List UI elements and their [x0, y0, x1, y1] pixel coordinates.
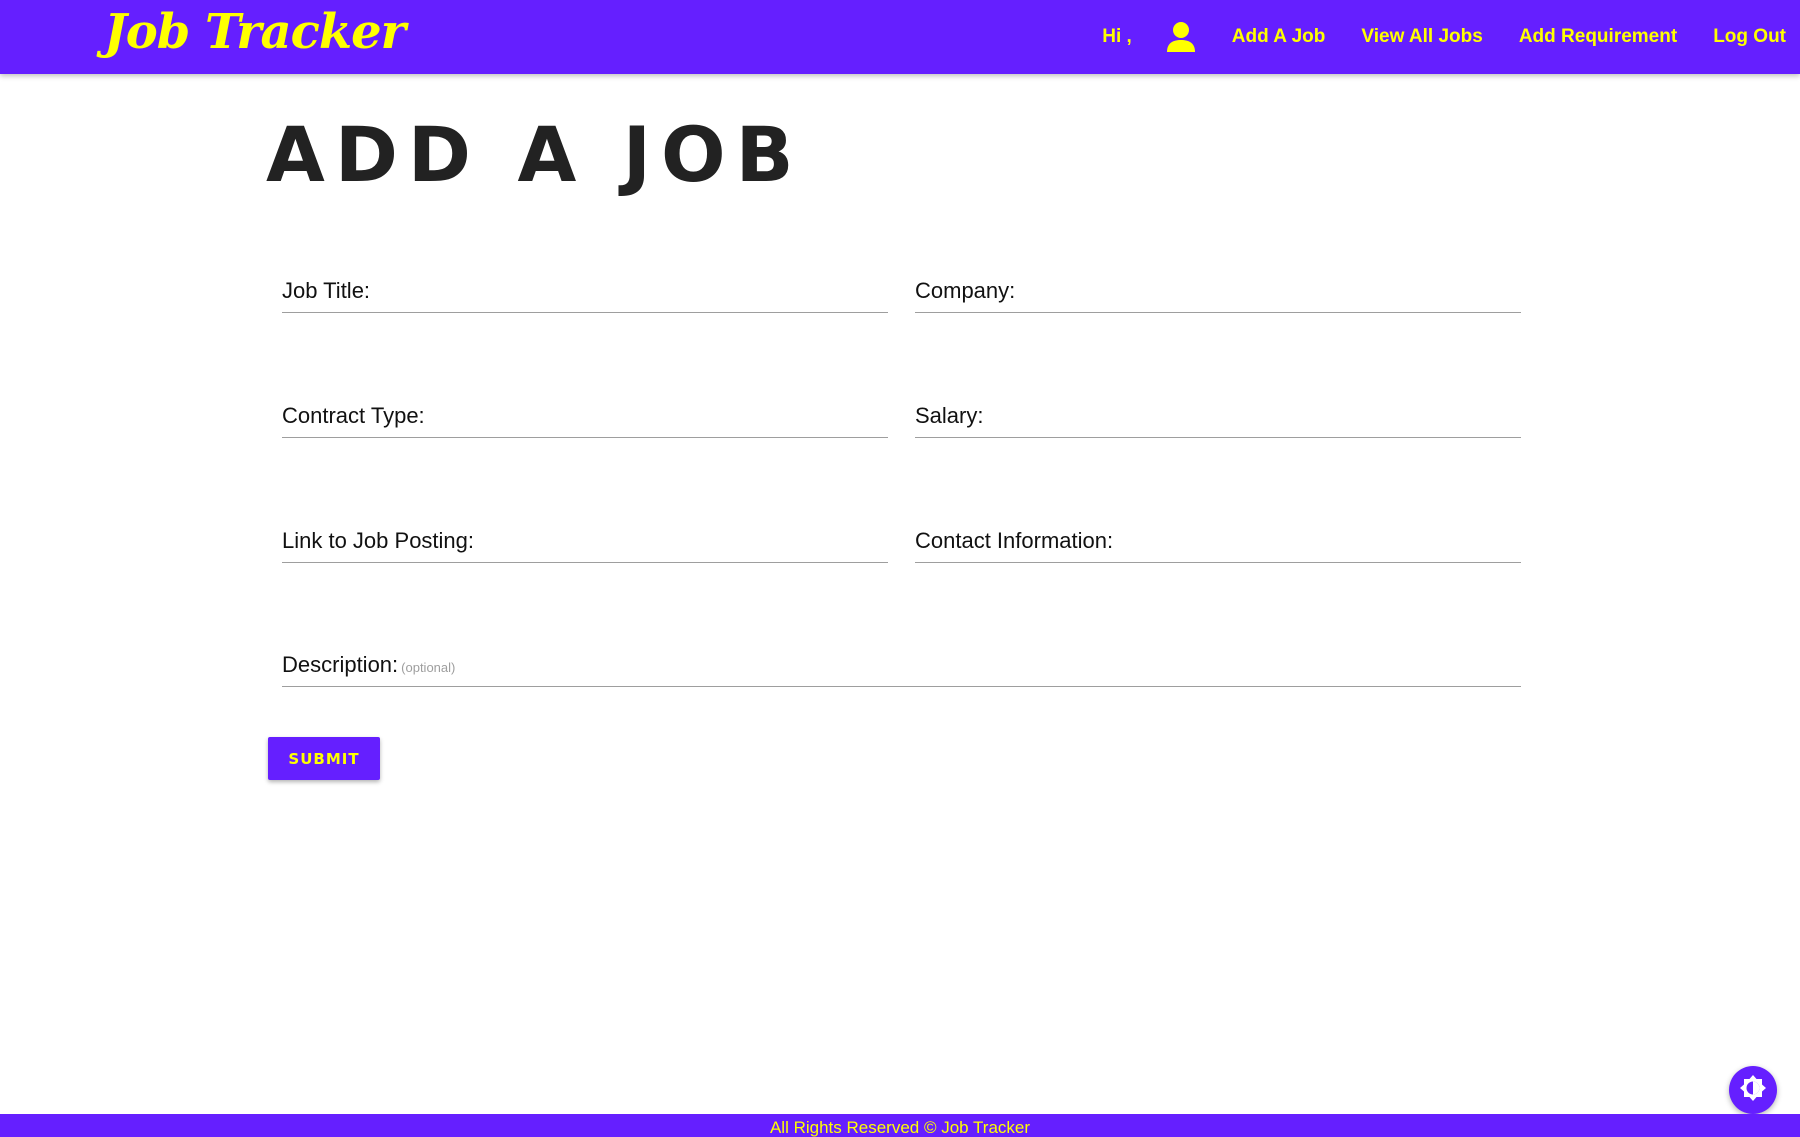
nav-add-job-link[interactable]: Add A Job	[1232, 26, 1326, 48]
footer: All Rights Reserved © Job Tracker	[0, 1114, 1800, 1137]
contract-type-field[interactable]: Contract Type:	[282, 395, 888, 438]
page-title: Add a job	[266, 110, 804, 199]
description-field[interactable]: Description: (optional)	[282, 644, 1521, 687]
contact-information-field[interactable]: Contact Information:	[915, 520, 1521, 563]
salary-field[interactable]: Salary:	[915, 395, 1521, 438]
brightness-icon	[1739, 1074, 1767, 1107]
job-posting-link-input[interactable]	[282, 520, 888, 562]
footer-copyright: All Rights Reserved © Job Tracker	[769, 1118, 1031, 1137]
job-posting-link-field[interactable]: Link to Job Posting:	[282, 520, 888, 563]
nav-add-requirement-link[interactable]: Add Requirement	[1519, 26, 1677, 48]
job-title-input[interactable]	[282, 270, 888, 312]
submit-button[interactable]: Submit	[268, 737, 380, 780]
description-input[interactable]	[282, 644, 1521, 686]
nav-view-all-jobs-link[interactable]: View All Jobs	[1361, 26, 1482, 48]
company-input[interactable]	[915, 270, 1521, 312]
person-icon[interactable]	[1166, 21, 1196, 53]
user-greeting: Hi ,	[1102, 26, 1132, 47]
job-title-field[interactable]: Job Title:	[282, 270, 888, 313]
navbar: Job Tracker Hi , Add A Job View All Jobs…	[0, 0, 1800, 74]
theme-toggle-button[interactable]	[1729, 1066, 1777, 1114]
company-field[interactable]: Company:	[915, 270, 1521, 313]
nav-menu: Hi , Add A Job View All Jobs Add Require…	[1102, 0, 1786, 74]
contact-information-input[interactable]	[915, 520, 1521, 562]
brand-logo[interactable]: Job Tracker	[104, 4, 406, 60]
contract-type-input[interactable]	[282, 395, 888, 437]
nav-log-out-link[interactable]: Log Out	[1713, 26, 1786, 48]
salary-input[interactable]	[915, 395, 1521, 437]
